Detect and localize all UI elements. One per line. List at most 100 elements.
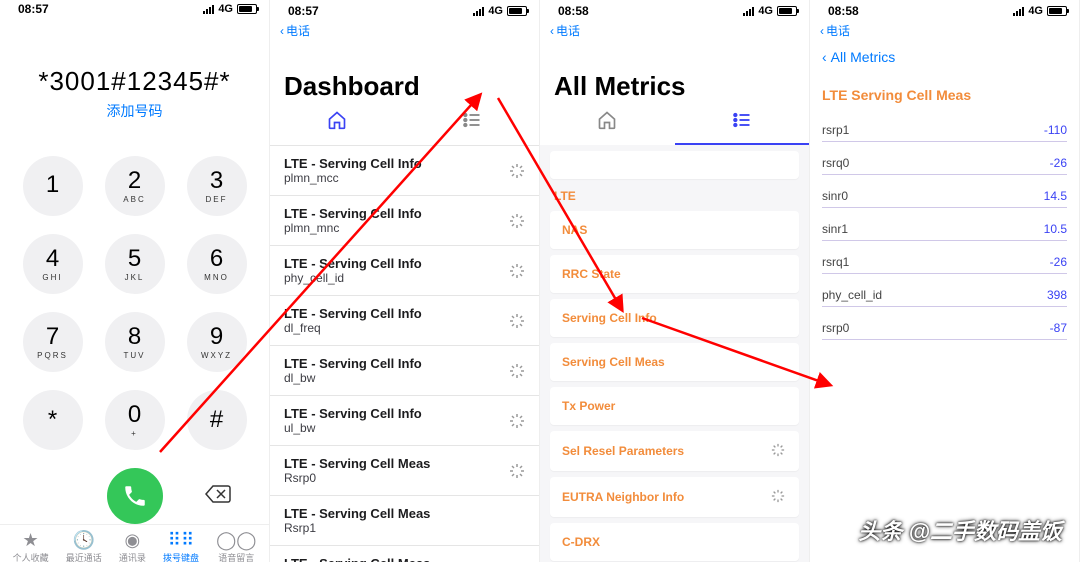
nav-back[interactable]: ‹ 电话: [270, 20, 539, 39]
home-icon: [327, 110, 347, 130]
list-item[interactable]: LTE - Serving Cell Meas: [270, 545, 539, 562]
chevron-left-icon: ‹: [822, 49, 827, 65]
key-star[interactable]: *: [23, 390, 83, 450]
metric-card-serving-cell-meas[interactable]: Serving Cell Meas: [550, 343, 799, 381]
list-item[interactable]: LTE - Serving Cell MeasRsrp0: [270, 445, 539, 495]
watermark: 头条 @二手数码盖饭: [858, 514, 1062, 546]
view-tabs: [540, 102, 809, 145]
tab-keypad[interactable]: ⠿⠿拨号键盘: [163, 531, 199, 564]
loading-spinner-icon: [509, 263, 525, 279]
view-tabs: [270, 102, 539, 145]
list-item[interactable]: LTE - Serving Cell Infophy_cell_id: [270, 245, 539, 295]
nav-back[interactable]: ‹ 电话: [540, 20, 809, 39]
metric-card-nas[interactable]: NAS: [550, 211, 799, 249]
tab-list[interactable]: [675, 104, 810, 145]
signal-bars-icon: [473, 6, 484, 16]
search-card[interactable]: [550, 151, 799, 179]
metric-card-sel-resel[interactable]: Sel Resel Parameters: [550, 431, 799, 471]
loading-spinner-icon: [771, 443, 787, 459]
all-metrics-screen: 08:58 4G ‹ 电话 All Metrics LTE NAS RRC St…: [540, 0, 810, 562]
list-item[interactable]: LTE - Serving Cell Infodl_bw: [270, 345, 539, 395]
tab-home[interactable]: [270, 104, 405, 145]
keypad: 1 2ABC 3DEF 4GHI 5JKL 6MNO 7PQRS 8TUV 9W…: [20, 156, 250, 450]
battery-icon: [1047, 6, 1067, 16]
status-bar: 08:57 4G: [0, 0, 269, 16]
metric-card-cdrx[interactable]: C-DRX: [550, 523, 799, 561]
nav-back-phone[interactable]: ‹ 电话: [810, 20, 1079, 39]
meas-row[interactable]: phy_cell_id398: [822, 274, 1067, 307]
tab-home[interactable]: [540, 104, 675, 145]
key-8[interactable]: 8TUV: [105, 312, 165, 372]
dashboard-screen: 08:57 4G ‹ 电话 Dashboard LTE - Serving Ce…: [270, 0, 540, 562]
clock-icon: 🕓: [73, 531, 95, 549]
status-right: 4G: [203, 3, 257, 15]
metric-card-serving-cell-info[interactable]: Serving Cell Info: [550, 299, 799, 337]
meas-row[interactable]: rsrq0-26: [822, 142, 1067, 175]
signal-bars-icon: [203, 4, 214, 14]
metric-card-eutra-neighbor[interactable]: EUTRA Neighbor Info: [550, 477, 799, 517]
meas-row[interactable]: rsrp1-110: [822, 109, 1067, 142]
status-time: 08:57: [18, 2, 49, 16]
status-time: 08:57: [288, 4, 319, 18]
call-button[interactable]: [107, 468, 163, 524]
loading-spinner-icon: [509, 363, 525, 379]
meas-detail-screen: 08:58 4G ‹ 电话 ‹ All Metrics LTE Serving …: [810, 0, 1080, 562]
tab-favorites[interactable]: ★个人收藏: [13, 531, 49, 564]
key-6[interactable]: 6MNO: [187, 234, 247, 294]
backspace-icon: [205, 485, 231, 503]
delete-button[interactable]: [203, 485, 233, 508]
battery-icon: [507, 6, 527, 16]
list-item[interactable]: LTE - Serving Cell Infoul_bw: [270, 395, 539, 445]
tab-recents[interactable]: 🕓最近通话: [66, 531, 102, 564]
section-title: LTE Serving Cell Meas: [822, 77, 1067, 109]
voicemail-icon: ◯◯: [216, 531, 256, 549]
key-1[interactable]: 1: [23, 156, 83, 216]
loading-spinner-icon: [509, 163, 525, 179]
dashboard-list[interactable]: LTE - Serving Cell Infoplmn_mcc LTE - Se…: [270, 145, 539, 562]
status-bar: 08:58 4G: [540, 0, 809, 20]
meas-row[interactable]: rsrq1-26: [822, 241, 1067, 274]
meas-row[interactable]: sinr014.5: [822, 175, 1067, 208]
phone-icon: [122, 483, 148, 509]
key-5[interactable]: 5JKL: [105, 234, 165, 294]
list-icon: [732, 110, 752, 130]
key-7[interactable]: 7PQRS: [23, 312, 83, 372]
list-item[interactable]: LTE - Serving Cell Infodl_freq: [270, 295, 539, 345]
loading-spinner-icon: [509, 463, 525, 479]
key-9[interactable]: 9WXYZ: [187, 312, 247, 372]
page-title: All Metrics: [540, 39, 809, 102]
key-0[interactable]: 0+: [105, 390, 165, 450]
meas-row[interactable]: rsrp0-87: [822, 307, 1067, 340]
loading-spinner-icon: [509, 213, 525, 229]
metrics-list[interactable]: LTE NAS RRC State Serving Cell Info Serv…: [540, 145, 809, 562]
status-time: 08:58: [558, 4, 589, 18]
tab-list[interactable]: [405, 104, 540, 145]
list-item[interactable]: LTE - Serving Cell Infoplmn_mnc: [270, 195, 539, 245]
tab-contacts[interactable]: ◉通讯录: [119, 531, 146, 564]
status-bar: 08:57 4G: [270, 0, 539, 20]
section-header: LTE: [550, 185, 799, 205]
key-4[interactable]: 4GHI: [23, 234, 83, 294]
list-item[interactable]: LTE - Serving Cell MeasRsrp1: [270, 495, 539, 545]
call-row: [0, 468, 269, 524]
key-hash[interactable]: #: [187, 390, 247, 450]
page-title: Dashboard: [270, 39, 539, 102]
person-icon: ◉: [124, 531, 140, 549]
dialed-number: *3001#12345#*: [0, 66, 269, 97]
home-icon: [597, 110, 617, 130]
metric-card-rrc-state[interactable]: RRC State: [550, 255, 799, 293]
list-item[interactable]: LTE - Serving Cell Infoplmn_mcc: [270, 145, 539, 195]
key-2[interactable]: 2ABC: [105, 156, 165, 216]
meas-list[interactable]: LTE Serving Cell Meas rsrp1-110 rsrq0-26…: [810, 71, 1079, 562]
status-time: 08:58: [828, 4, 859, 18]
key-3[interactable]: 3DEF: [187, 156, 247, 216]
status-bar: 08:58 4G: [810, 0, 1079, 20]
loading-spinner-icon: [509, 313, 525, 329]
meas-row[interactable]: sinr110.5: [822, 208, 1067, 241]
signal-bars-icon: [1013, 6, 1024, 16]
add-number-link[interactable]: 添加号码: [0, 101, 269, 121]
loading-spinner-icon: [771, 489, 787, 505]
tab-voicemail[interactable]: ◯◯语音留言: [216, 531, 256, 564]
back-all-metrics[interactable]: ‹ All Metrics: [810, 39, 1079, 71]
metric-card-tx-power[interactable]: Tx Power: [550, 387, 799, 425]
